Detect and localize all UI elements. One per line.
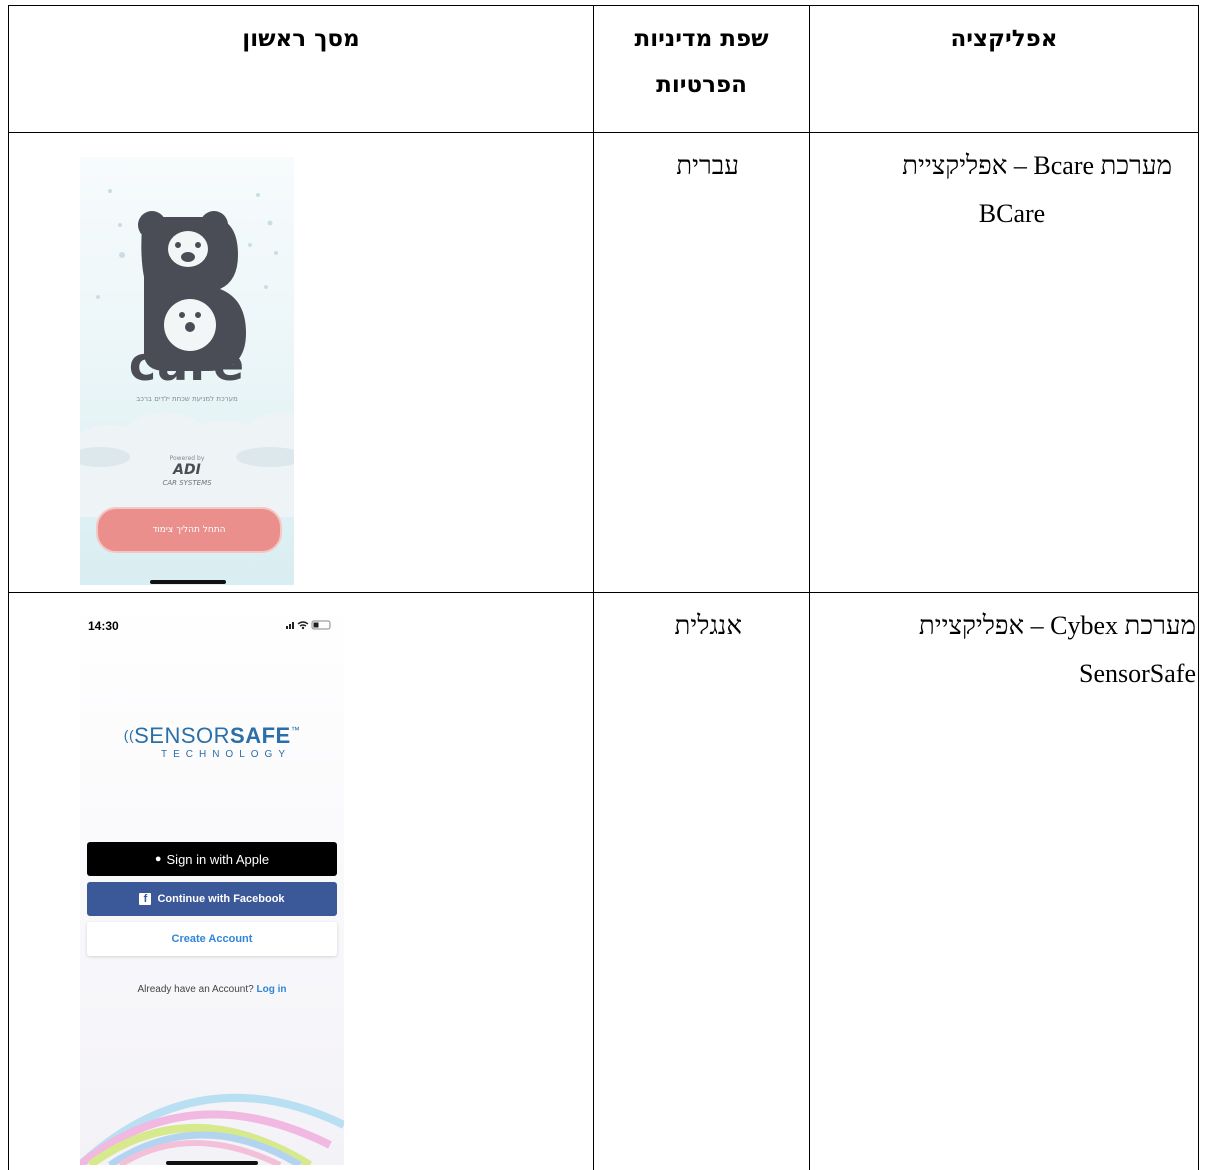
sensorsafe-logo-sub: TECHNOLOGY [160, 749, 291, 760]
wifi-icon [297, 621, 309, 627]
column-divider-2 [809, 5, 810, 1170]
row2-app-line1: מערכת Cybex – אפליקציית [918, 611, 1196, 640]
bcare-brand-sub: CAR SYSTEMS [162, 479, 212, 487]
logo-sensor: SENSOR [134, 723, 231, 748]
table-right-border [1198, 5, 1199, 1170]
sensorsafe-logo: ((SENSORSAFE™ [80, 723, 344, 749]
row1-language-cell: עברית [594, 142, 739, 190]
bcare-splash-screenshot: care מערכת למניעת שכחת ילדים ברכב Powere… [80, 157, 294, 585]
apple-icon: ● [154, 853, 162, 865]
status-time: 14:30 [88, 619, 119, 633]
bcare-tagline: מערכת למניעת שכחת ילדים ברכב [136, 395, 238, 403]
header-language-line2: הפרטיות [656, 72, 747, 98]
sensorsafe-login-screenshot: 14:30 ((SENSORSAFE™ TECHNOLOGY ● Sign in… [80, 595, 344, 1165]
header-language-line1: שפת מדיניות [634, 26, 769, 52]
row1-bottom-border [8, 592, 1199, 593]
header-language: שפת מדיניות הפרטיות [594, 16, 809, 108]
header-screen: מסך ראשון [9, 16, 593, 62]
row1-app-line1: מערכת Bcare – אפליקציית [902, 151, 1172, 180]
create-account-label: Create Account [171, 933, 253, 945]
table-top-border [8, 5, 1199, 6]
logo-tm: ™ [290, 725, 301, 735]
sign-in-apple-button[interactable]: ● Sign in with Apple [87, 842, 337, 876]
apple-button-label: Sign in with Apple [166, 851, 270, 867]
header-screen-text: מסך ראשון [242, 26, 360, 52]
row2-app-line2: SensorSafe [1079, 659, 1196, 688]
continue-facebook-button[interactable]: f Continue with Facebook [87, 882, 337, 916]
home-indicator [150, 580, 226, 584]
logo-waves-icon: (( [123, 727, 135, 743]
row2-app-cell: מערכת Cybex – אפליקציית SensorSafe [812, 602, 1196, 698]
bcare-brand: ADI [173, 462, 201, 478]
bcare-powered-by: Powered by [169, 455, 205, 462]
signal-icon [286, 622, 294, 629]
row2-language: אנגלית [674, 611, 742, 640]
already-account-text: Already have an Account? [137, 984, 254, 995]
row1-language: עברית [676, 151, 739, 180]
bcare-logo-text: care [128, 337, 246, 391]
rainbow-arcs-decoration [80, 1093, 344, 1165]
bcare-pairing-button-label: התחל תהליך צימוד [152, 525, 226, 535]
status-icons [286, 620, 331, 630]
create-account-button[interactable]: Create Account [87, 922, 337, 956]
facebook-button-label: Continue with Facebook [157, 893, 285, 905]
facebook-icon: f [139, 893, 152, 905]
row2-language-cell: אנגלית [594, 602, 742, 650]
logo-safe: SAFE [230, 723, 291, 748]
row1-app-cell: מערכת Bcare – אפליקציית BCare [812, 142, 1172, 238]
row1-app-line2: BCare [978, 199, 1046, 228]
header-app: אפליקציה [810, 16, 1198, 62]
header-bottom-border [8, 132, 1199, 133]
bcare-pairing-button[interactable]: התחל תהליך צימוד [96, 507, 282, 553]
table-left-border [8, 5, 9, 1170]
already-account-row: Already have an Account? Log in [80, 984, 344, 995]
header-app-text: אפליקציה [950, 26, 1058, 52]
login-link[interactable]: Log in [256, 984, 286, 995]
